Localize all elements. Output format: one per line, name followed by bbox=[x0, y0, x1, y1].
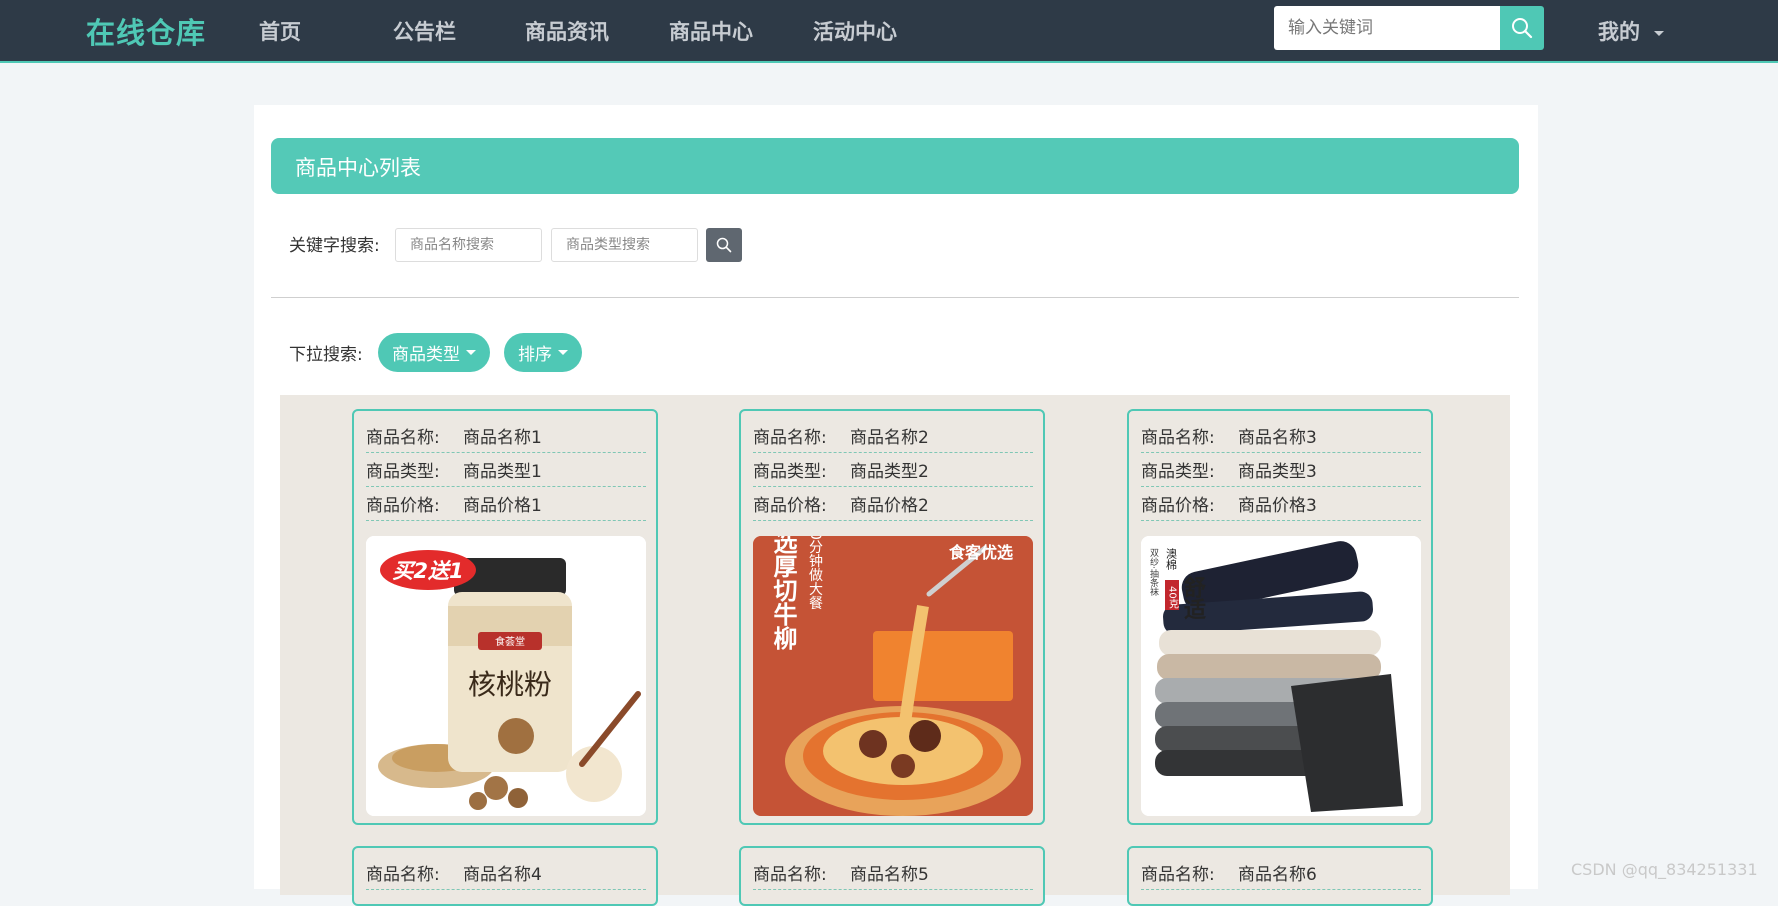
field-label: 商品名称: bbox=[366, 865, 440, 885]
product-name-row: 商品名称: 商品名称2 bbox=[753, 419, 1033, 453]
field-label: 商品价格: bbox=[366, 496, 440, 516]
product-card[interactable]: 商品名称: 商品名称6 bbox=[1127, 846, 1433, 906]
keyword-search-button[interactable] bbox=[706, 228, 742, 262]
product-name: 商品名称1 bbox=[463, 428, 542, 448]
svg-text:舒适: 舒适 bbox=[1180, 575, 1206, 620]
top-navbar: 在线仓库 首页 公告栏 商品资讯 商品中心 活动中心 我的 bbox=[0, 0, 1778, 63]
product-type-search-input[interactable] bbox=[551, 228, 698, 262]
socks-image: 舒适 澳棉 双纱·抽条袜 40克 bbox=[1141, 536, 1421, 816]
product-image[interactable]: 精选厚切牛柳 10分钟做大餐 食客优选 bbox=[753, 536, 1033, 816]
product-type-row: 商品类型: 商品类型2 bbox=[753, 453, 1033, 487]
field-label: 商品名称: bbox=[1141, 428, 1215, 448]
product-name: 商品名称4 bbox=[463, 865, 542, 885]
product-price: 商品价格2 bbox=[850, 496, 929, 516]
product-name: 商品名称6 bbox=[1238, 865, 1317, 885]
nav-item-activities[interactable]: 活动中心 bbox=[813, 16, 897, 46]
product-type: 商品类型2 bbox=[850, 462, 929, 482]
product-name-row: 商品名称: 商品名称3 bbox=[1141, 419, 1421, 453]
svg-text:精选厚切牛柳: 精选厚切牛柳 bbox=[769, 536, 797, 651]
field-label: 商品名称: bbox=[1141, 865, 1215, 885]
product-image[interactable]: 舒适 澳棉 双纱·抽条袜 40克 bbox=[1141, 536, 1421, 816]
field-label: 商品类型: bbox=[753, 462, 827, 482]
svg-text:10分钟做大餐: 10分钟做大餐 bbox=[807, 536, 823, 610]
svg-text:40克: 40克 bbox=[1167, 586, 1179, 610]
chevron-down-icon bbox=[466, 350, 476, 355]
product-type-dropdown-label: 商品类型 bbox=[392, 345, 460, 365]
search-icon bbox=[716, 237, 732, 253]
keyword-search-label: 关键字搜索: bbox=[289, 236, 380, 256]
product-name: 商品名称5 bbox=[850, 865, 929, 885]
field-label: 商品类型: bbox=[1141, 462, 1215, 482]
svg-text:食荟堂: 食荟堂 bbox=[495, 635, 525, 648]
field-label: 商品名称: bbox=[753, 428, 827, 448]
product-name-row: 商品名称: 商品名称4 bbox=[366, 856, 646, 890]
product-card[interactable]: 商品名称: 商品名称4 bbox=[352, 846, 658, 906]
field-label: 商品类型: bbox=[366, 462, 440, 482]
user-menu-dropdown[interactable]: 我的 bbox=[1598, 16, 1664, 46]
product-price-row: 商品价格: 商品价格2 bbox=[753, 487, 1033, 521]
product-type-row: 商品类型: 商品类型1 bbox=[366, 453, 646, 487]
sort-dropdown[interactable]: 排序 bbox=[504, 333, 582, 372]
page-title: 商品中心列表 bbox=[295, 156, 421, 180]
svg-text:食客优选: 食客优选 bbox=[948, 543, 1013, 562]
product-card[interactable]: 商品名称: 商品名称1 商品类型: 商品类型1 商品价格: 商品价格1 食荟堂 … bbox=[352, 409, 658, 825]
sort-dropdown-label: 排序 bbox=[518, 345, 552, 365]
chevron-down-icon bbox=[1654, 30, 1664, 36]
header-search-input[interactable] bbox=[1274, 6, 1500, 50]
product-image[interactable]: 食荟堂 核桃粉 买2送1 bbox=[366, 536, 646, 816]
search-icon bbox=[1512, 18, 1533, 39]
nav-item-home[interactable]: 首页 bbox=[259, 16, 301, 46]
product-type-dropdown[interactable]: 商品类型 bbox=[378, 333, 490, 372]
walnut-powder-image: 食荟堂 核桃粉 买2送1 bbox=[366, 536, 646, 816]
section-header: 商品中心列表 bbox=[271, 138, 1519, 194]
nav-item-products[interactable]: 商品中心 bbox=[669, 16, 753, 46]
svg-text:核桃粉: 核桃粉 bbox=[468, 668, 552, 701]
product-card[interactable]: 商品名称: 商品名称3 商品类型: 商品类型3 商品价格: 商品价格3 舒适 澳… bbox=[1127, 409, 1433, 825]
header-search-button[interactable] bbox=[1500, 6, 1544, 50]
product-type-row: 商品类型: 商品类型3 bbox=[1141, 453, 1421, 487]
field-label: 商品价格: bbox=[753, 496, 827, 516]
product-name: 商品名称2 bbox=[850, 428, 929, 448]
product-name-row: 商品名称: 商品名称5 bbox=[753, 856, 1033, 890]
product-price-row: 商品价格: 商品价格3 bbox=[1141, 487, 1421, 521]
svg-text:买2送1: 买2送1 bbox=[392, 559, 463, 583]
field-label: 商品名称: bbox=[753, 865, 827, 885]
product-price: 商品价格1 bbox=[463, 496, 542, 516]
product-name: 商品名称3 bbox=[1238, 428, 1317, 448]
product-name-search-input[interactable] bbox=[395, 228, 542, 262]
product-card[interactable]: 商品名称: 商品名称2 商品类型: 商品类型2 商品价格: 商品价格2 精选厚切… bbox=[739, 409, 1045, 825]
svg-text:双纱·抽条袜: 双纱·抽条袜 bbox=[1148, 548, 1159, 597]
user-menu-label: 我的 bbox=[1598, 20, 1640, 44]
brand-logo[interactable]: 在线仓库 bbox=[86, 10, 206, 52]
main-panel: 商品中心列表 关键字搜索: 下拉搜索: 商品类型 排序 商品名称: 商品名称1 … bbox=[254, 105, 1538, 906]
watermark: CSDN @qq_834251331 bbox=[1571, 860, 1758, 879]
product-type: 商品类型3 bbox=[1238, 462, 1317, 482]
dropdown-search-label: 下拉搜索: bbox=[289, 345, 363, 365]
product-price: 商品价格3 bbox=[1238, 496, 1317, 516]
nav-item-notice[interactable]: 公告栏 bbox=[393, 16, 456, 46]
product-card[interactable]: 商品名称: 商品名称5 bbox=[739, 846, 1045, 906]
divider bbox=[271, 297, 1519, 298]
product-type: 商品类型1 bbox=[463, 462, 542, 482]
svg-text:澳棉: 澳棉 bbox=[1165, 548, 1178, 570]
chevron-down-icon bbox=[558, 350, 568, 355]
nav-item-news[interactable]: 商品资讯 bbox=[525, 16, 609, 46]
field-label: 商品名称: bbox=[366, 428, 440, 448]
product-name-row: 商品名称: 商品名称6 bbox=[1141, 856, 1421, 890]
product-grid: 商品名称: 商品名称1 商品类型: 商品类型1 商品价格: 商品价格1 食荟堂 … bbox=[280, 395, 1510, 906]
beef-pasta-image: 精选厚切牛柳 10分钟做大餐 食客优选 bbox=[753, 536, 1033, 816]
product-price-row: 商品价格: 商品价格1 bbox=[366, 487, 646, 521]
product-name-row: 商品名称: 商品名称1 bbox=[366, 419, 646, 453]
field-label: 商品价格: bbox=[1141, 496, 1215, 516]
